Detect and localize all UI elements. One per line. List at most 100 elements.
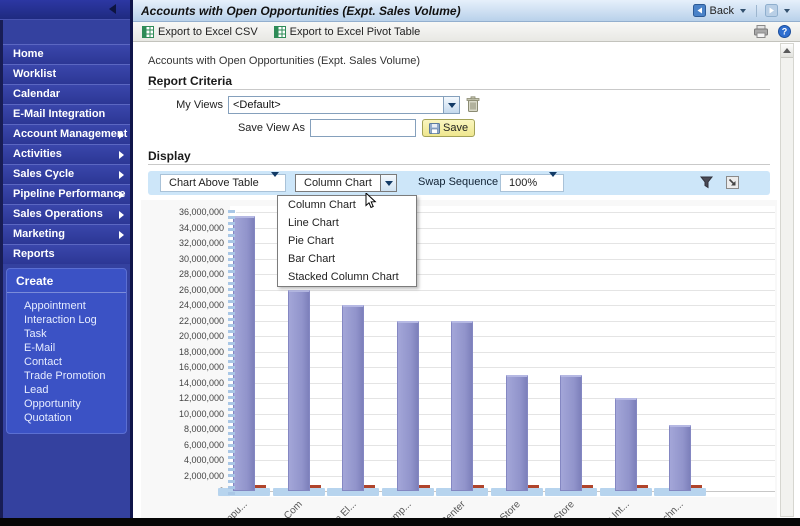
chart-type-option-bar-chart[interactable]: Bar Chart	[278, 250, 416, 268]
my-views-select[interactable]: <Default>	[228, 96, 460, 114]
submenu-arrow-icon	[119, 171, 124, 179]
chart-type-option-stacked-column-chart[interactable]: Stacked Column Chart	[278, 268, 416, 286]
create-item-appointment[interactable]: Appointment	[7, 299, 126, 313]
chart-type-combobox[interactable]: Column Chart	[295, 174, 381, 192]
export-excel-csv-button[interactable]: Export to Excel CSV	[142, 25, 258, 38]
create-item-opportunity[interactable]: Opportunity	[7, 397, 126, 411]
funnel-icon	[699, 176, 714, 189]
y-tick-label: 14,000,000	[178, 377, 224, 388]
vertical-scrollbar[interactable]	[780, 43, 794, 517]
create-items: Appointment Interaction Log Task E-Mail Cont…	[7, 293, 126, 425]
chart-bar	[614, 398, 637, 491]
chart-type-option-pie-chart[interactable]: Pie Chart	[278, 232, 416, 250]
zoom-value: 100%	[509, 177, 538, 189]
zoom-select[interactable]: 100%	[500, 172, 564, 192]
expand-chart-button[interactable]	[726, 176, 739, 192]
y-tick-label: 0	[135, 486, 224, 496]
forward-history-caret-icon[interactable]	[784, 8, 790, 13]
y-tick-label: 6,000,000	[183, 439, 224, 450]
chart-type-option-column-chart[interactable]: Column Chart	[278, 196, 416, 214]
submenu-arrow-icon	[119, 191, 124, 199]
save-button-label: Save	[443, 122, 469, 134]
sidebar-item-label: Sales Cycle	[13, 168, 75, 180]
y-tick-label: 10,000,000	[178, 408, 224, 419]
display-divider	[148, 164, 770, 165]
create-item-lead[interactable]: Lead	[7, 383, 126, 397]
sidebar-item-pipeline-performance[interactable]: Pipeline Performance	[3, 184, 130, 204]
sidebar-item-account-management[interactable]: Account Management	[3, 124, 130, 144]
chart-type-value: Column Chart	[304, 177, 372, 189]
y-tick-label: 26,000,000	[178, 284, 224, 295]
sidebar-item-activities[interactable]: Activities	[3, 144, 130, 164]
help-button[interactable]: ?	[778, 25, 791, 38]
back-button[interactable]	[692, 4, 706, 17]
sidebar-collapse-button[interactable]	[109, 4, 123, 16]
scroll-up-button[interactable]	[781, 44, 793, 58]
filter-button[interactable]	[699, 176, 714, 192]
help-question-icon: ?	[778, 25, 791, 38]
create-item-e-mail[interactable]: E-Mail	[7, 341, 126, 355]
report-content: Accounts with Open Opportunities (Expt. …	[133, 42, 800, 518]
create-item-task[interactable]: Task	[7, 327, 126, 341]
y-tick-label: 18,000,000	[178, 346, 224, 357]
sidebar-item-home[interactable]: Home	[3, 44, 130, 64]
save-view-as-input[interactable]	[310, 119, 416, 137]
chart-type-option-line-chart[interactable]: Line Chart	[278, 214, 416, 232]
sidebar-item-label: Reports	[13, 248, 55, 260]
create-panel: Create Appointment Interaction Log Task E-M…	[6, 268, 127, 434]
create-item-interaction-log[interactable]: Interaction Log	[7, 313, 126, 327]
print-button[interactable]	[754, 25, 768, 38]
chevron-down-icon	[447, 102, 456, 108]
sidebar-item-marketing[interactable]: Marketing	[3, 224, 130, 244]
gridline	[236, 289, 775, 291]
chart-bar	[451, 320, 473, 491]
toolbar-right-icons: ?	[754, 25, 791, 38]
y-tick-label: 22,000,000	[178, 315, 224, 326]
sidebar-item-e-mail-integration[interactable]: E-Mail Integration	[3, 104, 130, 124]
chart-type-dropdown-arrow[interactable]	[381, 174, 397, 192]
main-area: Accounts with Open Opportunities (Expt. …	[133, 0, 800, 518]
create-item-trade-promotion[interactable]: Trade Promotion	[7, 369, 126, 383]
sidebar-item-sales-operations[interactable]: Sales Operations	[3, 204, 130, 224]
sidebar-item-calendar[interactable]: Calendar	[3, 84, 130, 104]
submenu-arrow-icon	[119, 231, 124, 239]
save-view-button[interactable]: Save	[422, 119, 476, 137]
chart-bar	[233, 215, 255, 491]
sidebar-item-label: Home	[13, 48, 44, 60]
chart-bar	[560, 374, 582, 491]
submenu-arrow-icon	[119, 131, 124, 139]
zero-value-marker	[582, 485, 593, 488]
window-bottom-edge	[0, 518, 800, 526]
my-views-dropdown-arrow[interactable]	[443, 97, 459, 113]
create-item-contact[interactable]: Contact	[7, 355, 126, 369]
zero-value-marker	[527, 485, 539, 488]
back-button-label[interactable]: Back	[710, 5, 734, 17]
create-item-quotation[interactable]: Quotation	[7, 411, 126, 425]
sidebar-item-worklist[interactable]: Worklist	[3, 64, 130, 84]
chart-bar	[669, 425, 691, 491]
trash-icon	[466, 96, 480, 112]
chart-bar	[396, 320, 419, 491]
forward-button[interactable]	[765, 4, 778, 17]
submenu-arrow-icon	[119, 151, 124, 159]
titlebar-controls: Back	[692, 4, 792, 17]
export-excel-pivot-button[interactable]: Export to Excel Pivot Table	[273, 25, 420, 38]
y-tick-label: 30,000,000	[178, 253, 224, 264]
sidebar: Home Worklist Calendar E-Mail Integration Ac…	[0, 0, 133, 518]
export-toolbar: Export to Excel CSV Export to Excel Pivo…	[133, 22, 800, 42]
sidebar-item-reports[interactable]: Reports	[3, 244, 130, 264]
sidebar-item-label: E-Mail Integration	[13, 108, 106, 120]
back-history-caret-icon[interactable]	[740, 8, 746, 13]
chart-layout-select[interactable]: Chart Above Table	[160, 172, 286, 192]
swap-sequence-button[interactable]: Swap Sequence	[418, 176, 498, 188]
sidebar-item-label: Activities	[13, 148, 62, 160]
sidebar-item-label: Pipeline Performance	[13, 188, 126, 200]
sidebar-item-label: Marketing	[13, 228, 65, 240]
zero-value-marker	[364, 485, 375, 488]
my-views-value: <Default>	[233, 99, 281, 111]
delete-view-button[interactable]	[466, 96, 480, 118]
display-title: Display	[148, 149, 191, 163]
sidebar-item-label: Calendar	[13, 88, 61, 100]
chevron-down-icon	[543, 172, 563, 189]
sidebar-item-sales-cycle[interactable]: Sales Cycle	[3, 164, 130, 184]
